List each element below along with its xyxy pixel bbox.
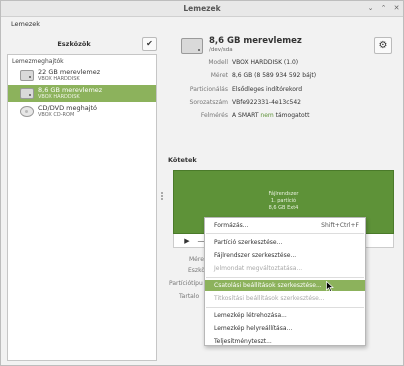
volume-partition-type-label: Partíciótípu xyxy=(169,280,203,287)
menu-item-edit-filesystem[interactable]: Fájlrendszer szerkesztése... xyxy=(205,250,365,261)
format-shortcut: Shift+Ctrl+F xyxy=(321,222,359,229)
prop-model-label: Modell xyxy=(208,59,228,66)
volume-contents-label: Tartalo xyxy=(179,293,200,300)
hdd-icon xyxy=(181,38,203,54)
sidebar-section-label: Lemezmeghajtók xyxy=(12,58,64,65)
app-menubar: Lemezek xyxy=(1,18,403,30)
prop-serial-label: Sorozatszám xyxy=(189,99,228,106)
menu-separator xyxy=(206,307,364,308)
disk-title: 8,6 GB merevlemez xyxy=(209,36,302,46)
volume-partition: 1. partíció xyxy=(270,198,297,204)
volume-type: Fájlrendszer xyxy=(268,191,299,197)
hdd-icon xyxy=(20,88,34,99)
prop-assessment-value: A SMART nem támogatott xyxy=(232,112,310,119)
smart-not-link[interactable]: nem xyxy=(260,112,273,119)
select-mode-button[interactable]: ✔ xyxy=(142,37,157,51)
hdd-icon xyxy=(20,70,34,81)
sidebar-header: Eszközök ✔ xyxy=(9,34,157,54)
pane-splitter-handle[interactable] xyxy=(161,191,164,203)
close-icon[interactable]: ✕ xyxy=(392,4,401,13)
app-menu[interactable]: Lemezek xyxy=(11,20,40,28)
menu-item-edit-encryption-options: Titkosítási beállítások szerkesztése... xyxy=(214,295,325,302)
sidebar-item-22gb-disk[interactable]: 22 GB merevlemez VBOX HARDDISK xyxy=(8,67,156,84)
disk-device-path: /dev/sda xyxy=(209,47,233,53)
drive-name: 8,6 GB merevlemez xyxy=(38,86,103,94)
menu-item-benchmark[interactable]: Teljesítményteszt... xyxy=(205,336,365,347)
minimize-icon[interactable]: ⌄ xyxy=(366,4,375,13)
menu-item-edit-mount-options[interactable]: Csatolási beállítások szerkesztése... xyxy=(205,280,365,291)
drive-model: VBOX HARDDISK xyxy=(38,94,80,100)
window-title: Lemezek xyxy=(183,4,221,13)
menu-item-create-image[interactable]: Lemezkép létrehozása... xyxy=(205,310,365,321)
check-icon: ✔ xyxy=(146,39,153,48)
drive-name: 22 GB merevlemez xyxy=(38,68,101,76)
maximize-icon[interactable]: ⌃ xyxy=(379,4,388,13)
sidebar-title: Eszközök xyxy=(57,40,91,48)
partition-context-menu: Formázás... Shift+Ctrl+F Partíció szerke… xyxy=(204,217,366,346)
menu-separator xyxy=(206,233,364,234)
menu-item-edit-partition[interactable]: Partíció szerkesztése... xyxy=(205,237,365,248)
menu-item-format[interactable]: Formázás... Shift+Ctrl+F xyxy=(205,220,365,231)
prop-model-value: VBOX HARDDISK (1.0) xyxy=(232,59,299,66)
gear-icon: ⚙ xyxy=(378,40,388,51)
drive-name: CD/DVD meghajtó xyxy=(38,104,98,112)
menu-item-restore-image[interactable]: Lemezkép helyreállítása... xyxy=(205,323,365,334)
sidebar-item-8gb-disk[interactable]: 8,6 GB merevlemez VBOX HARDDISK xyxy=(8,85,156,102)
prop-partitioning-value: Elsődleges indítórekord xyxy=(232,86,303,93)
prop-serial-value: VBfe922331-4e13c542 xyxy=(232,99,301,106)
prop-size-label: Méret xyxy=(210,72,228,79)
mouse-pointer-icon xyxy=(326,281,334,292)
volume-device-label: Eszkö xyxy=(188,267,205,274)
disc-icon xyxy=(20,106,34,117)
prop-assessment-label: Felmérés xyxy=(200,112,228,119)
volume-size: 8,6 GB Ext4 xyxy=(268,205,299,211)
sidebar-item-cdrom[interactable]: CD/DVD meghajtó VBOX CD-ROM xyxy=(8,103,156,120)
prop-partitioning-label: Particionálás xyxy=(189,86,228,93)
drive-options-button[interactable]: ⚙ xyxy=(374,37,392,54)
disks-window: Lemezek ⌄ ⌃ ✕ Lemezek Eszközök ✔ Lemezme… xyxy=(0,0,404,366)
drive-model: VBOX CD-ROM xyxy=(38,112,75,118)
title-bar[interactable]: Lemezek ⌄ ⌃ ✕ xyxy=(1,1,403,17)
prop-size-value: 8,6 GB (8 589 934 592 bájt) xyxy=(232,72,317,79)
drive-model: VBOX HARDDISK xyxy=(38,76,80,82)
volumes-section-title: Kötetek xyxy=(168,156,197,164)
menu-separator xyxy=(206,277,364,278)
mount-play-icon[interactable]: ▶ xyxy=(182,236,192,246)
menu-item-change-passphrase: Jelmondat megváltoztatása... xyxy=(214,265,303,272)
device-sidebar: Lemezmeghajtók 22 GB merevlemez VBOX HAR… xyxy=(7,54,157,361)
volume-size-label: Mére xyxy=(189,256,204,263)
